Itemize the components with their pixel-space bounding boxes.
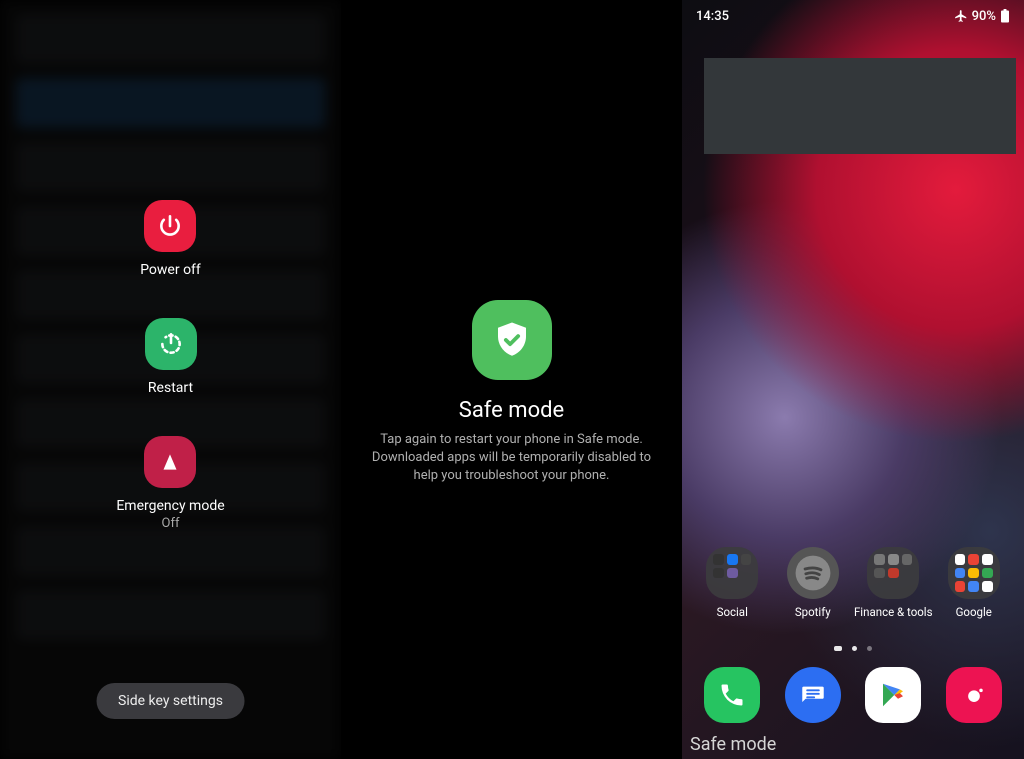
page-dot[interactable]	[867, 646, 872, 651]
emergency-state: Off	[162, 516, 180, 531]
dock-messages-app[interactable]	[785, 667, 841, 723]
folder-icon	[706, 547, 758, 599]
emergency-mode-button[interactable]: Emergency mode Off	[116, 436, 224, 531]
home-screen-panel: 14:35 90% Social Spotify	[682, 0, 1024, 759]
folder-finance[interactable]: Finance & tools	[855, 547, 931, 619]
power-off-button[interactable]: Power off	[140, 200, 201, 278]
home-page-dot[interactable]	[834, 646, 842, 651]
folder-icon	[867, 547, 919, 599]
app-row: Social Spotify Finance & tools Google	[682, 547, 1024, 619]
dock-camera-app[interactable]	[946, 667, 1002, 723]
spotify-icon	[787, 547, 839, 599]
battery-percent: 90%	[972, 9, 996, 24]
emergency-label: Emergency mode	[116, 498, 224, 514]
safe-mode-badge: Safe mode	[690, 734, 776, 755]
camera-icon	[960, 681, 988, 709]
emergency-icon	[144, 436, 196, 488]
folder-label: Google	[956, 605, 992, 619]
safe-mode-confirm-button[interactable]	[472, 300, 552, 380]
dock-play-store-app[interactable]	[865, 667, 921, 723]
shield-check-icon	[491, 319, 533, 361]
side-key-settings-button[interactable]: Side key settings	[96, 683, 245, 719]
folder-label: Finance & tools	[854, 605, 933, 619]
widget-placeholder[interactable]	[704, 58, 1016, 154]
safe-mode-description: Tap again to restart your phone in Safe …	[371, 431, 652, 486]
safe-mode-confirm-panel: Safe mode Tap again to restart your phon…	[341, 0, 682, 759]
messages-icon	[799, 681, 827, 709]
power-menu-panel: Power off Restart Emergency mode Off Sid…	[0, 0, 341, 759]
power-off-label: Power off	[140, 262, 201, 278]
dock	[682, 667, 1024, 723]
app-label: Spotify	[795, 605, 831, 619]
battery-icon	[1000, 9, 1010, 23]
restart-label: Restart	[148, 380, 193, 396]
folder-google[interactable]: Google	[936, 547, 1012, 619]
page-indicators	[682, 646, 1024, 651]
status-time: 14:35	[696, 9, 729, 24]
folder-icon	[948, 547, 1000, 599]
airplane-mode-icon	[954, 9, 968, 23]
phone-icon	[718, 681, 746, 709]
folder-social[interactable]: Social	[694, 547, 770, 619]
page-dot[interactable]	[852, 646, 857, 651]
play-store-icon	[878, 680, 908, 710]
restart-icon	[145, 318, 197, 370]
status-bar: 14:35 90%	[682, 0, 1024, 26]
dock-phone-app[interactable]	[704, 667, 760, 723]
app-spotify[interactable]: Spotify	[775, 547, 851, 619]
safe-mode-title: Safe mode	[459, 398, 564, 423]
restart-button[interactable]: Restart	[145, 318, 197, 396]
folder-label: Social	[717, 605, 748, 619]
power-icon	[144, 200, 196, 252]
